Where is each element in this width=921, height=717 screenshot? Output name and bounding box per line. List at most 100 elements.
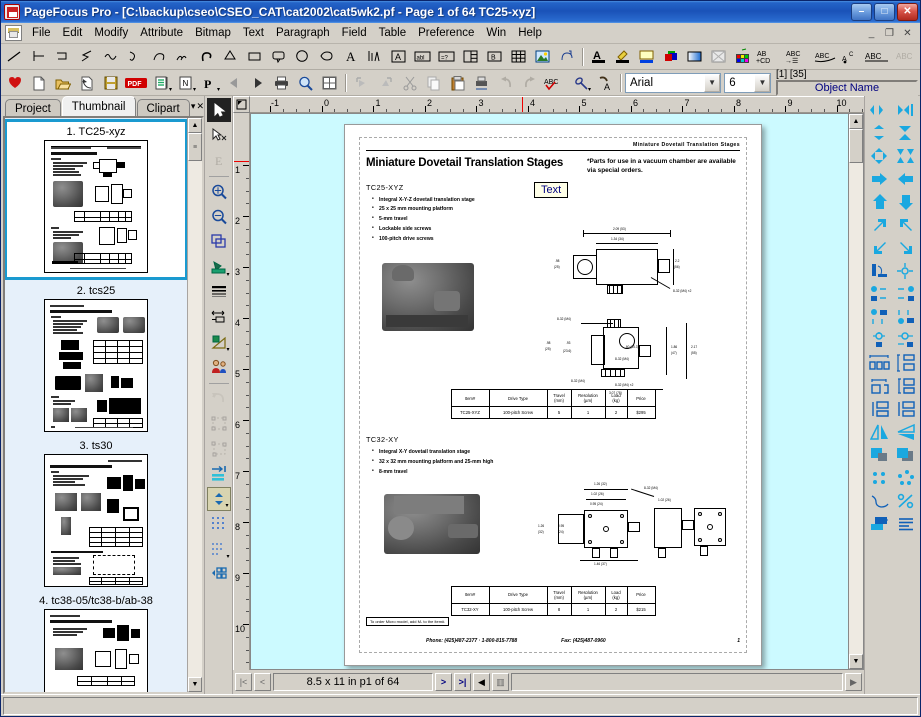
flip-horizontal-icon[interactable] <box>867 420 893 443</box>
link-icon[interactable]: ▾ <box>569 72 592 94</box>
chevron-down-icon-2[interactable]: ▼ <box>754 73 771 92</box>
space-horizontal-icon[interactable] <box>867 374 893 397</box>
scroll-down-button[interactable]: ▼ <box>188 677 202 692</box>
rotate-object-icon[interactable] <box>867 259 893 282</box>
align-bottom-objects-icon[interactable] <box>893 305 919 328</box>
center-pivot-h-icon[interactable] <box>893 328 919 351</box>
align-top-objects-icon[interactable] <box>867 305 893 328</box>
menu-field[interactable]: Field <box>336 25 373 41</box>
thumbnail-page-1[interactable] <box>44 140 148 274</box>
align-horizontal-center-icon[interactable] <box>867 98 893 121</box>
distribute-horizontal-icon[interactable] <box>867 351 893 374</box>
tab-project[interactable]: Project <box>5 99 61 118</box>
layout-grid-tool[interactable] <box>207 562 231 586</box>
new-page-icon[interactable]: N ▾ <box>174 72 197 94</box>
move-down-right-icon[interactable] <box>893 236 919 259</box>
menu-help[interactable]: Help <box>512 25 548 41</box>
canvas-vertical-scrollbar[interactable]: ▲ ▼ <box>848 114 863 669</box>
menu-edit[interactable]: Edit <box>57 25 89 41</box>
rounded-rect-tool[interactable] <box>267 46 290 68</box>
menu-table[interactable]: Table <box>373 25 413 41</box>
scroll-up-button[interactable]: ▲ <box>188 118 202 134</box>
last-page-button[interactable]: >| <box>454 673 471 691</box>
canvas-scroll-down-button[interactable]: ▼ <box>849 654 863 669</box>
move-up-right-icon[interactable] <box>867 213 893 236</box>
import-icon[interactable] <box>75 72 98 94</box>
move-up-icon[interactable] <box>867 190 893 213</box>
arc-tool[interactable] <box>123 46 146 68</box>
label-field-tool[interactable]: abl <box>411 46 434 68</box>
ellipse-tool[interactable] <box>291 46 314 68</box>
pick-attribute-icon[interactable]: A <box>593 72 616 94</box>
chevron-down-icon[interactable]: ▼ <box>704 73 721 92</box>
distribute-vertical-icon[interactable] <box>893 351 919 374</box>
dot-pattern-tool[interactable]: ▾ <box>207 537 231 561</box>
scroll-track[interactable] <box>188 161 202 677</box>
horizontal-ruler[interactable]: -1 0 1 2 3 4 5 6 7 8 9 10 <box>250 96 864 113</box>
table-field-tool[interactable] <box>459 46 482 68</box>
canvas-scroll-track[interactable] <box>849 163 863 654</box>
image-tool[interactable] <box>531 46 554 68</box>
curve-tool[interactable] <box>147 46 170 68</box>
select-all-icon[interactable] <box>350 72 373 94</box>
polygon-tool[interactable] <box>219 46 242 68</box>
menu-text[interactable]: Text <box>237 25 270 41</box>
vertical-ruler[interactable]: 1234567891011 <box>233 113 250 670</box>
undo-icon[interactable] <box>494 72 517 94</box>
deselect-icon[interactable] <box>374 72 397 94</box>
move-up-left-icon[interactable] <box>893 213 919 236</box>
flip-vertical-icon[interactable] <box>893 420 919 443</box>
wave-tool[interactable] <box>99 46 122 68</box>
prev-page-button[interactable]: < <box>254 673 271 691</box>
mdi-minimize-button[interactable]: _ <box>863 25 880 41</box>
menu-file[interactable]: File <box>26 25 57 41</box>
back-button[interactable]: ◀ <box>473 673 490 691</box>
rotate-tool[interactable]: ▾ <box>207 330 231 354</box>
grid-dots-tool[interactable] <box>207 512 231 536</box>
print-icon[interactable] <box>270 72 293 94</box>
size-tool[interactable] <box>207 305 231 329</box>
thumbnail-scrollbar[interactable]: ▲ ≡ ▼ <box>187 118 202 692</box>
abc-anchor-tool[interactable]: AC <box>840 46 862 68</box>
align-vertical-center-icon[interactable] <box>867 121 893 144</box>
scale-percent-icon[interactable] <box>893 489 919 512</box>
zigzag-tool[interactable] <box>75 46 98 68</box>
align-right-objects-icon[interactable] <box>893 282 919 305</box>
print-preview-icon[interactable] <box>294 72 317 94</box>
thumbnail-page-3[interactable] <box>44 454 148 588</box>
save-icon[interactable] <box>99 72 122 94</box>
export-pdf-icon[interactable]: PDF <box>123 72 149 94</box>
abc-list-tool[interactable]: ABC →☰ <box>784 46 812 68</box>
align-edges-horizontal-icon[interactable] <box>893 98 919 121</box>
duplicate-tool[interactable] <box>207 230 231 254</box>
thumbnail-list[interactable]: 1. TC25-xyz 2. tcs25 3. ts30 4. tc38-05/… <box>5 118 187 692</box>
stamp-tool[interactable] <box>555 46 578 68</box>
line-tool[interactable] <box>3 46 26 68</box>
font-size-select[interactable]: 6 ▼ <box>724 72 772 93</box>
maximize-button[interactable]: □ <box>874 3 895 21</box>
list-item[interactable]: 2. tcs25 <box>7 283 185 433</box>
size-match-width-icon[interactable] <box>867 397 893 420</box>
grip-button[interactable]: ▥ <box>492 673 509 691</box>
pattern-tool[interactable] <box>707 46 730 68</box>
distribute-diagonal-icon[interactable] <box>893 144 919 167</box>
send-backward-icon[interactable] <box>893 443 919 466</box>
space-vertical-icon[interactable] <box>893 374 919 397</box>
move-down-left-icon[interactable] <box>867 236 893 259</box>
menu-preference[interactable]: Preference <box>412 25 480 41</box>
pointer-tool[interactable] <box>206 98 231 122</box>
merge-text-tool[interactable]: AB +CD <box>755 46 783 68</box>
page-canvas[interactable]: Miniature Dovetail Translation Stages Mi… <box>250 113 864 670</box>
center-pivot-icon[interactable] <box>867 328 893 351</box>
next-page-button[interactable]: > <box>435 673 452 691</box>
mdi-close-button[interactable]: ✕ <box>899 25 916 41</box>
tab-clipart[interactable]: Clipart <box>136 99 190 118</box>
tab-dropdown-icon[interactable]: ▾ <box>191 98 196 114</box>
curve-node-icon[interactable] <box>867 489 893 512</box>
status-next-button[interactable]: ▶ <box>845 673 862 691</box>
new-document-icon[interactable] <box>27 72 50 94</box>
abc-path-tool[interactable]: ABC <box>813 46 839 68</box>
spline-tool[interactable] <box>171 46 194 68</box>
group-tool[interactable] <box>207 412 231 436</box>
gradient-tool[interactable] <box>683 46 706 68</box>
